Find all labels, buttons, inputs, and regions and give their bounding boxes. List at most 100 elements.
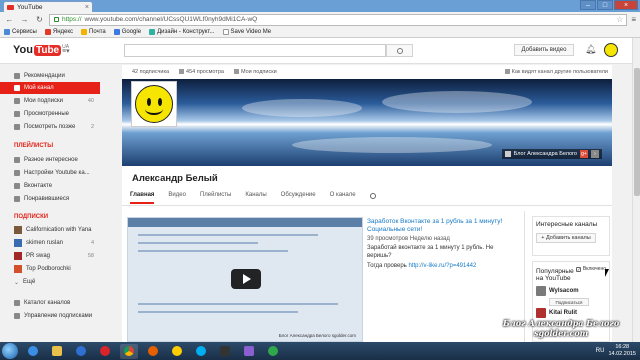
- sidebar-item-playlist[interactable]: Понравившиеся: [0, 193, 100, 205]
- sidebar-item-history[interactable]: Просмотренные: [0, 108, 100, 120]
- reload-icon[interactable]: ↻: [34, 14, 45, 25]
- tab-playlists[interactable]: Плейлисты: [200, 192, 231, 198]
- taskbar-skype[interactable]: [192, 344, 210, 359]
- play-button[interactable]: [231, 269, 261, 289]
- bookmarks-bar: Сервисы Яндекс Почта Google Дизайн - Кон…: [0, 27, 640, 38]
- thumb-text-line: [138, 303, 338, 305]
- channel-search-icon[interactable]: [369, 193, 376, 199]
- smiley-mouth: [145, 103, 163, 115]
- sidebar-item-playlist[interactable]: Разное интересное: [0, 154, 100, 166]
- close-window-icon[interactable]: ×: [614, 0, 638, 10]
- taskbar-chrome[interactable]: [120, 343, 138, 359]
- sidebar-item-playlist[interactable]: Вконтакте: [0, 180, 100, 192]
- sidebar-item-label: Рекомендации: [24, 73, 65, 79]
- bookmark-item[interactable]: Яндекс: [44, 29, 73, 35]
- browser-tab[interactable]: YouTube ×: [3, 1, 93, 12]
- add-channels-button[interactable]: + Добавить каналы: [536, 233, 596, 243]
- more-links-icon[interactable]: ›: [591, 150, 599, 158]
- taskbar-explorer[interactable]: [48, 344, 66, 359]
- taskbar-paint[interactable]: [240, 344, 258, 359]
- tab-close-icon[interactable]: ×: [85, 4, 92, 11]
- address-bar[interactable]: https://www.youtube.com/channel/UCssQU1W…: [49, 13, 628, 26]
- banner-cloud: [382, 91, 532, 113]
- sidebar-item-playlist[interactable]: Настройки Youtube ка...: [0, 167, 100, 179]
- subscriber-count[interactable]: 42 подписчика: [132, 69, 169, 75]
- page-scrollbar[interactable]: [632, 38, 640, 342]
- scroll-thumb[interactable]: [634, 68, 640, 196]
- upload-video-button[interactable]: Добавить видео: [514, 44, 574, 56]
- view-as-link[interactable]: Как видят канал другие пользователи: [504, 69, 612, 75]
- account-avatar[interactable]: [604, 43, 618, 57]
- logo-tube: Tube: [33, 44, 62, 56]
- logo-you: You: [13, 44, 33, 56]
- video-title[interactable]: Заработок Вконтакте за 1 рубль за 1 мину…: [367, 218, 517, 234]
- tab-videos[interactable]: Видео: [168, 192, 186, 198]
- bookmark-item[interactable]: Google: [113, 29, 142, 35]
- bookmark-item[interactable]: Почта: [81, 29, 106, 35]
- taskbar-recorder[interactable]: [216, 344, 234, 359]
- play-icon: [243, 274, 251, 284]
- view-count-stat[interactable]: 454 просмотра: [179, 69, 224, 75]
- sidebar-item-subscription[interactable]: Top Podborochki: [0, 263, 100, 275]
- sidebar-item-watch-later[interactable]: Посмотреть позже 2: [0, 121, 100, 133]
- forward-icon[interactable]: →: [19, 14, 30, 25]
- browser-menu-icon[interactable]: ≡: [631, 15, 636, 24]
- back-icon[interactable]: ←: [4, 14, 15, 25]
- popular-channel[interactable]: Wylsacom: [533, 284, 609, 298]
- tab-about[interactable]: О канале: [330, 192, 356, 198]
- popular-toggle[interactable]: ✓ Включено: [575, 266, 606, 272]
- banner-website-link[interactable]: Блог Александра Белого g+ ›: [501, 149, 602, 159]
- maximize-icon[interactable]: □: [597, 0, 613, 10]
- playlist-icon: [14, 183, 20, 189]
- smiley-icon: [135, 85, 173, 123]
- taskbar-firefox[interactable]: [144, 344, 162, 359]
- sidebar-item-subscription[interactable]: PR swag 58: [0, 250, 100, 262]
- firefox-icon: [148, 346, 158, 356]
- bookmark-label: Google: [121, 29, 142, 35]
- taskbar-opera[interactable]: [96, 344, 114, 359]
- subscribe-button[interactable]: Подписаться: [549, 298, 589, 306]
- bookmark-item[interactable]: Дизайн - Конструкт...: [149, 29, 215, 35]
- sidebar-item-manage-subscriptions[interactable]: Управление подписками: [0, 310, 100, 322]
- sidebar-item-label: Просмотренные: [24, 111, 70, 117]
- thumb-text-line: [138, 311, 298, 313]
- notifications-bell-icon[interactable]: 🔔︎: [585, 44, 596, 55]
- minimize-icon[interactable]: –: [580, 0, 596, 10]
- featured-video-player[interactable]: Блог Александра Белого sgolder.com: [127, 217, 363, 342]
- sidebar-item-recommendations[interactable]: Рекомендации: [0, 70, 100, 82]
- playlists-header[interactable]: ПЛЕЙЛИСТЫ: [14, 143, 53, 149]
- start-button-icon[interactable]: [2, 343, 18, 359]
- language-indicator[interactable]: RU: [596, 348, 605, 354]
- taskbar-player[interactable]: [264, 344, 282, 359]
- windows-taskbar: RU 16:28 14.02.2015: [0, 342, 640, 360]
- bookmark-item[interactable]: Сервисы: [4, 29, 37, 35]
- taskbar-yandex[interactable]: [168, 344, 186, 359]
- tab-discussion[interactable]: Обсуждение: [281, 192, 316, 198]
- video-desc-link[interactable]: http://v-like.ru/?p=491442: [408, 263, 476, 269]
- sidebar-item-subscription[interactable]: skimen ruslan 4: [0, 237, 100, 249]
- sidebar-item-my-channel[interactable]: Мой канал: [0, 82, 100, 94]
- guide-sidebar: Рекомендации Мой канал Мои подписки 40 Пр…: [0, 65, 100, 342]
- sidebar-item-subscription[interactable]: Californication with Yana: [0, 224, 100, 236]
- subscriptions-header[interactable]: ПОДПИСКИ: [14, 214, 48, 220]
- tab-home[interactable]: Главная: [130, 192, 155, 204]
- channel-avatar[interactable]: [131, 81, 177, 127]
- sidebar-item-label: Понравившиеся: [24, 196, 70, 202]
- search-button[interactable]: [386, 44, 413, 57]
- my-subscriptions-stat[interactable]: Мои подписки: [233, 69, 277, 75]
- youtube-logo[interactable]: You Tube UA: [13, 44, 69, 56]
- bookmark-item[interactable]: Save Video Me: [222, 29, 271, 35]
- tab-channels[interactable]: Каналы: [245, 192, 266, 198]
- watermark: Блог Александра Белого sgolder.com: [503, 318, 619, 338]
- clock[interactable]: 16:28 14.02.2015: [608, 344, 636, 358]
- sidebar-item-channel-catalog[interactable]: Каталог каналов: [0, 297, 100, 309]
- sidebar-item-more[interactable]: ⌄ Ещё: [0, 276, 100, 288]
- taskbar-ie[interactable]: [24, 344, 42, 359]
- guide-menu-icon[interactable]: ≡▾: [62, 47, 70, 55]
- google-plus-icon[interactable]: g+: [580, 150, 588, 158]
- sidebar-item-subscriptions[interactable]: Мои подписки 40: [0, 95, 100, 107]
- bookmark-star-icon[interactable]: ☆: [616, 15, 626, 24]
- search-input[interactable]: [124, 44, 386, 57]
- window-titlebar: YouTube × – □ ×: [0, 0, 640, 12]
- taskbar-media[interactable]: [72, 344, 90, 359]
